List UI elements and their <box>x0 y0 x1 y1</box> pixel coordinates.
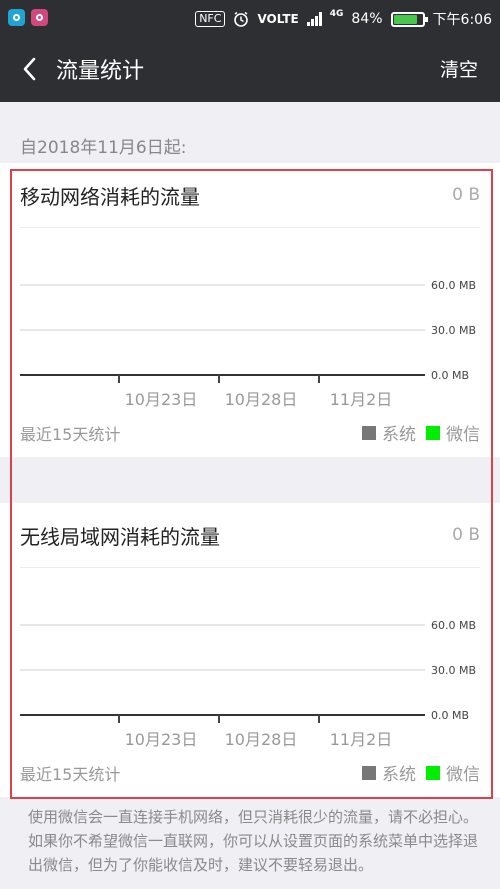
status-bar: NFC VOLTE 4G 84% 下午6:06 <box>0 0 500 36</box>
battery-percentage: 84% <box>351 11 383 27</box>
clock: 下午6:06 <box>432 12 492 28</box>
volte-indicator: VOLTE <box>257 12 299 26</box>
footer-note: 使用微信会一直连接手机网络，但只消耗很少的流量，请不必担心。如果你不希望微信一直… <box>28 808 479 874</box>
signal-icon <box>306 12 322 26</box>
app-notification-icon <box>31 9 48 26</box>
highlight-frame <box>10 169 493 799</box>
clear-button[interactable]: 清空 <box>440 55 478 82</box>
chevron-left-icon[interactable] <box>18 54 46 84</box>
battery-icon <box>390 11 428 27</box>
page-title: 流量统计 <box>56 59 145 84</box>
alarm-icon <box>234 11 249 27</box>
app-toolbar: 流量统计 清空 <box>0 36 500 102</box>
app-notification-icon <box>8 9 25 26</box>
network-type: 4G <box>329 9 344 19</box>
since-date-label: 自2018年11月6日起: <box>20 138 187 158</box>
nfc-indicator: NFC <box>195 11 226 27</box>
